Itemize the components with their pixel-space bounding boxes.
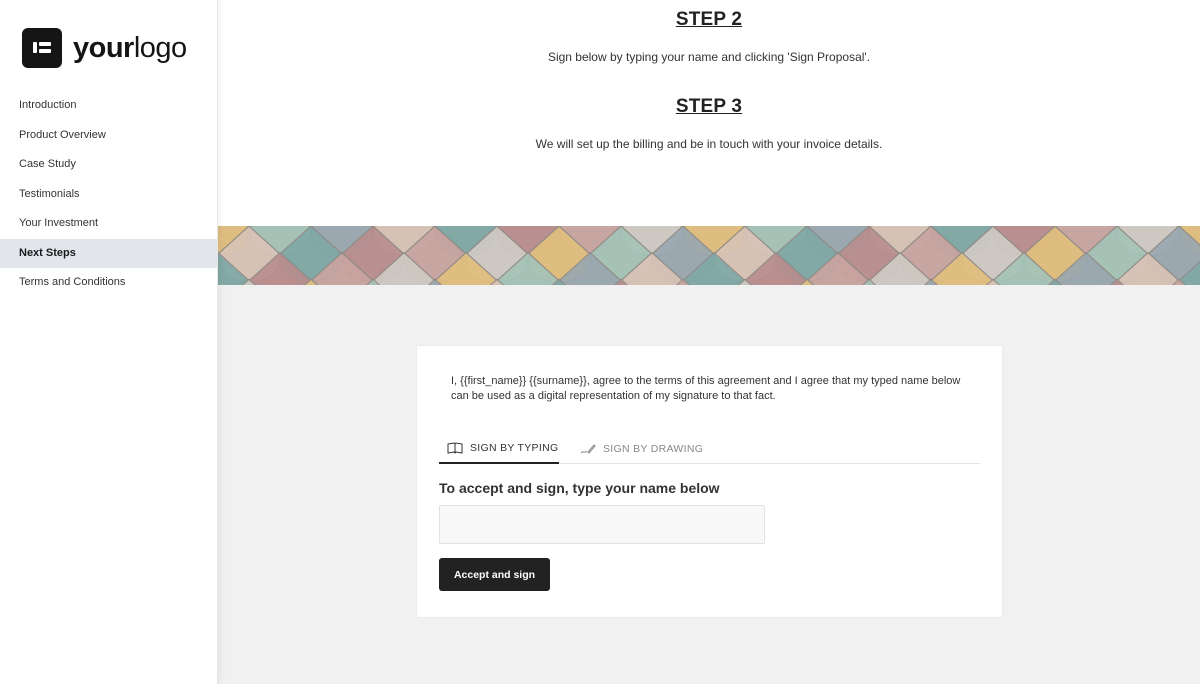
step-2-title: STEP 2 bbox=[675, 9, 743, 30]
step-3-title: STEP 3 bbox=[675, 96, 743, 117]
step-2-text: Sign below by typing your name and click… bbox=[547, 50, 871, 64]
pen-icon bbox=[580, 444, 596, 454]
step-3-text: We will set up the billing and be in tou… bbox=[535, 137, 883, 151]
sidebar-nav: Introduction Product Overview Case Study… bbox=[0, 91, 217, 298]
signature-tabs: SIGN BY TYPING SIGN BY DRAWING bbox=[439, 434, 980, 464]
tab-sign-by-typing[interactable]: SIGN BY TYPING bbox=[439, 434, 559, 464]
typed-name-input[interactable] bbox=[439, 505, 765, 544]
accept-and-sign-button[interactable]: Accept and sign bbox=[439, 558, 550, 591]
logo-text-light: logo bbox=[133, 31, 187, 64]
sidebar: yourlogo Introduction Product Overview C… bbox=[0, 0, 218, 684]
tile-pattern bbox=[218, 226, 1200, 285]
logo-text-bold: your bbox=[73, 31, 134, 64]
sidebar-item-introduction[interactable]: Introduction bbox=[0, 91, 217, 121]
sidebar-item-your-investment[interactable]: Your Investment bbox=[0, 209, 217, 239]
sidebar-item-case-study[interactable]: Case Study bbox=[0, 150, 217, 180]
logo[interactable]: yourlogo bbox=[22, 28, 187, 68]
logo-text: yourlogo bbox=[73, 32, 187, 65]
sidebar-item-terms-and-conditions[interactable]: Terms and Conditions bbox=[0, 268, 217, 298]
sidebar-item-testimonials[interactable]: Testimonials bbox=[0, 180, 217, 210]
signature-section: I, {{first_name}} {{surname}}, agree to … bbox=[218, 285, 1200, 684]
tab-sign-by-drawing[interactable]: SIGN BY DRAWING bbox=[580, 434, 710, 464]
main-content: STEP 2 Sign below by typing your name an… bbox=[218, 0, 1200, 684]
tab-sign-by-typing-label: SIGN BY TYPING bbox=[470, 442, 559, 454]
keyboard-icon bbox=[447, 442, 463, 454]
signature-card: I, {{first_name}} {{surname}}, agree to … bbox=[416, 345, 1003, 618]
sidebar-item-next-steps[interactable]: Next Steps bbox=[0, 238, 217, 268]
tile-banner-image bbox=[218, 226, 1200, 285]
tab-sign-by-drawing-label: SIGN BY DRAWING bbox=[603, 443, 704, 455]
steps-section: STEP 2 Sign below by typing your name an… bbox=[218, 0, 1200, 226]
logo-mark-icon bbox=[22, 28, 62, 68]
sidebar-item-product-overview[interactable]: Product Overview bbox=[0, 121, 217, 151]
sign-heading: To accept and sign, type your name below bbox=[439, 480, 720, 496]
agreement-text: I, {{first_name}} {{surname}}, agree to … bbox=[451, 375, 961, 402]
